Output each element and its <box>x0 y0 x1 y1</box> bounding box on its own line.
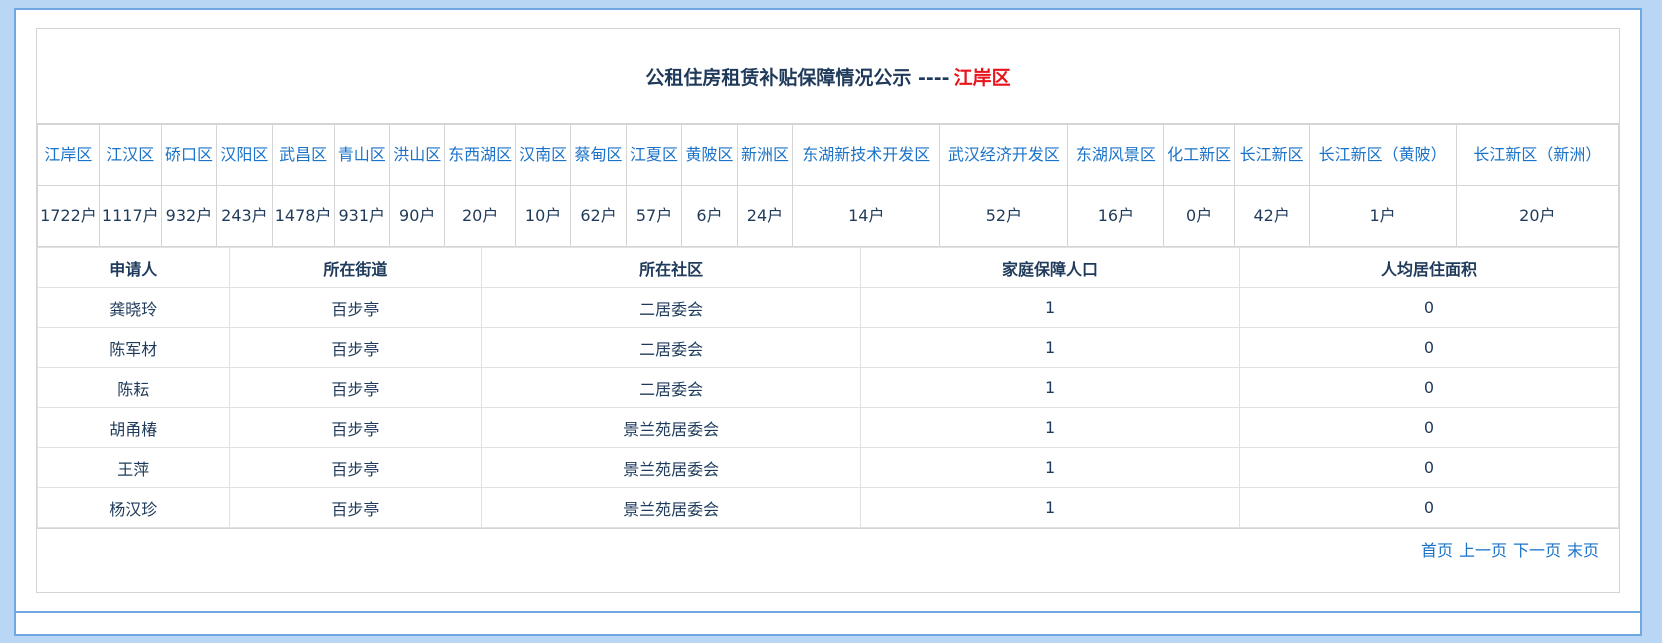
table-cell: 0 <box>1239 327 1619 368</box>
district-count: 16户 <box>1067 185 1165 247</box>
district-link[interactable]: 汉南区 <box>514 124 572 186</box>
district-summary-table: 江岸区 江汉区 硚口区 汉阳区 武昌区 青山区 洪山区 东西湖区 汉南区 蔡甸区 江夏区 黄陂区 新洲区… <box>37 124 1620 247</box>
district-link[interactable]: 青山区 <box>333 124 390 186</box>
last-page-link[interactable]: 末页 <box>1567 537 1599 561</box>
column-header: 申请人 <box>37 247 230 288</box>
district-count: 62户 <box>570 185 627 247</box>
table-row: 龚晓玲 百步亭 二居委会 1 0 <box>37 287 1619 328</box>
table-cell: 二居委会 <box>481 327 862 368</box>
district-count: 1117户 <box>98 185 162 247</box>
table-cell: 二居委会 <box>481 367 862 408</box>
table-cell: 胡甬椿 <box>37 407 230 448</box>
district-link[interactable]: 武昌区 <box>271 124 335 186</box>
district-link[interactable]: 江岸区 <box>37 124 100 186</box>
table-cell: 百步亭 <box>228 367 483 408</box>
applicant-table: 申请人 所在街道 所在社区 家庭保障人口 人均居住面积 龚晓玲 百步亭 二居委会 1 0 陈军材百… <box>37 247 1619 528</box>
district-link[interactable]: 黄陂区 <box>681 124 738 186</box>
table-cell: 1 <box>860 407 1241 448</box>
table-cell: 百步亭 <box>228 447 483 488</box>
content-panel: 公租住房租赁补贴保障情况公示 ---- 江岸区 江岸区 江汉区 硚口区 汉阳区 武昌区青… <box>36 28 1620 593</box>
next-page-link[interactable]: 下一页 <box>1513 537 1561 561</box>
district-count: 1478户 <box>271 185 335 247</box>
table-cell: 百步亭 <box>228 407 483 448</box>
table-cell: 1 <box>860 327 1241 368</box>
district-link[interactable]: 东西湖区 <box>444 124 516 186</box>
district-link[interactable]: 蔡甸区 <box>570 124 627 186</box>
table-cell: 百步亭 <box>228 287 483 328</box>
table-body: 龚晓玲 百步亭 二居委会 1 0 陈军材 百步亭 二居委会 1 0 陈耘 百步亭 二居委会 1 0 胡甬椿 百步… <box>37 287 1619 528</box>
district-link[interactable]: 长江新区 <box>1233 124 1310 186</box>
district-link[interactable]: 江汉区 <box>98 124 162 186</box>
district-count: 52户 <box>939 185 1069 247</box>
table-cell: 景兰苑居委会 <box>481 407 862 448</box>
table-cell: 0 <box>1239 407 1619 448</box>
district-link[interactable]: 江夏区 <box>625 124 683 186</box>
table-row: 陈耘 百步亭 二居委会 1 0 <box>37 367 1619 408</box>
district-link[interactable]: 东湖风景区 <box>1067 124 1165 186</box>
table-cell: 0 <box>1239 447 1619 488</box>
district-count: 931户 <box>333 185 390 247</box>
district-count: 90户 <box>388 185 446 247</box>
table-cell: 百步亭 <box>228 327 483 368</box>
table-cell: 二居委会 <box>481 287 862 328</box>
district-link[interactable]: 汉阳区 <box>216 124 273 186</box>
table-cell: 0 <box>1239 287 1619 328</box>
district-count: 42户 <box>1233 185 1310 247</box>
district-link[interactable]: 化工新区 <box>1163 124 1235 186</box>
current-district: 江岸区 <box>953 66 1011 89</box>
column-header: 所在社区 <box>481 247 862 288</box>
district-name-row: 江岸区 江汉区 硚口区 汉阳区 武昌区 青山区 洪山区 东西湖区 汉南区 蔡甸区 江夏区 黄陂区 新洲区… <box>37 124 1620 186</box>
table-cell: 百步亭 <box>228 487 483 528</box>
district-count: 14户 <box>792 185 941 247</box>
district-link[interactable]: 新洲区 <box>736 124 794 186</box>
main-window: 公租住房租赁补贴保障情况公示 ---- 江岸区 江岸区 江汉区 硚口区 汉阳区 武昌区青… <box>14 8 1642 636</box>
district-count: 20户 <box>1455 185 1620 247</box>
table-row: 陈军材 百步亭 二居委会 1 0 <box>37 327 1619 368</box>
district-count: 57户 <box>625 185 683 247</box>
district-link[interactable]: 长江新区（黄陂） <box>1308 124 1457 186</box>
table-cell: 陈耘 <box>37 367 230 408</box>
table-cell: 景兰苑居委会 <box>481 447 862 488</box>
district-link[interactable]: 硚口区 <box>160 124 218 186</box>
table-header-row: 申请人 所在街道 所在社区 家庭保障人口 人均居住面积 <box>37 247 1619 288</box>
district-link[interactable]: 东湖新技术开发区 <box>792 124 941 186</box>
column-header: 家庭保障人口 <box>860 247 1241 288</box>
table-cell: 王萍 <box>37 447 230 488</box>
column-header: 人均居住面积 <box>1239 247 1619 288</box>
table-cell: 杨汉珍 <box>37 487 230 528</box>
prev-page-link[interactable]: 上一页 <box>1459 537 1507 561</box>
table-cell: 1 <box>860 287 1241 328</box>
district-count: 20户 <box>444 185 516 247</box>
page-title-text: 公租住房租赁补贴保障情况公示 ---- <box>645 66 950 89</box>
district-count: 24户 <box>736 185 794 247</box>
district-count: 6户 <box>681 185 738 247</box>
column-header: 所在街道 <box>228 247 483 288</box>
table-row: 杨汉珍 百步亭 景兰苑居委会 1 0 <box>37 487 1619 528</box>
table-cell: 陈军材 <box>37 327 230 368</box>
table-cell: 0 <box>1239 487 1619 528</box>
district-count: 1722户 <box>37 185 100 247</box>
table-cell: 龚晓玲 <box>37 287 230 328</box>
table-row: 胡甬椿 百步亭 景兰苑居委会 1 0 <box>37 407 1619 448</box>
table-cell: 景兰苑居委会 <box>481 487 862 528</box>
district-count: 243户 <box>216 185 273 247</box>
district-count: 0户 <box>1163 185 1235 247</box>
district-count-row: 1722户 1117户 932户 243户 1478户 931户 90户 20户 10户 62户 5… <box>37 185 1620 247</box>
table-cell: 1 <box>860 487 1241 528</box>
district-link[interactable]: 洪山区 <box>388 124 446 186</box>
bottom-divider <box>16 611 1640 613</box>
page-title: 公租住房租赁补贴保障情况公示 ---- 江岸区 <box>37 29 1619 124</box>
district-count: 10户 <box>514 185 572 247</box>
table-row: 王萍 百步亭 景兰苑居委会 1 0 <box>37 447 1619 488</box>
district-link[interactable]: 武汉经济开发区 <box>939 124 1069 186</box>
district-link[interactable]: 长江新区（新洲） <box>1455 124 1620 186</box>
pagination: 首页 上一页 下一页 末页 <box>37 528 1619 569</box>
table-cell: 1 <box>860 447 1241 488</box>
first-page-link[interactable]: 首页 <box>1421 537 1453 561</box>
district-count: 932户 <box>160 185 218 247</box>
district-count: 1户 <box>1308 185 1457 247</box>
table-cell: 0 <box>1239 367 1619 408</box>
table-cell: 1 <box>860 367 1241 408</box>
